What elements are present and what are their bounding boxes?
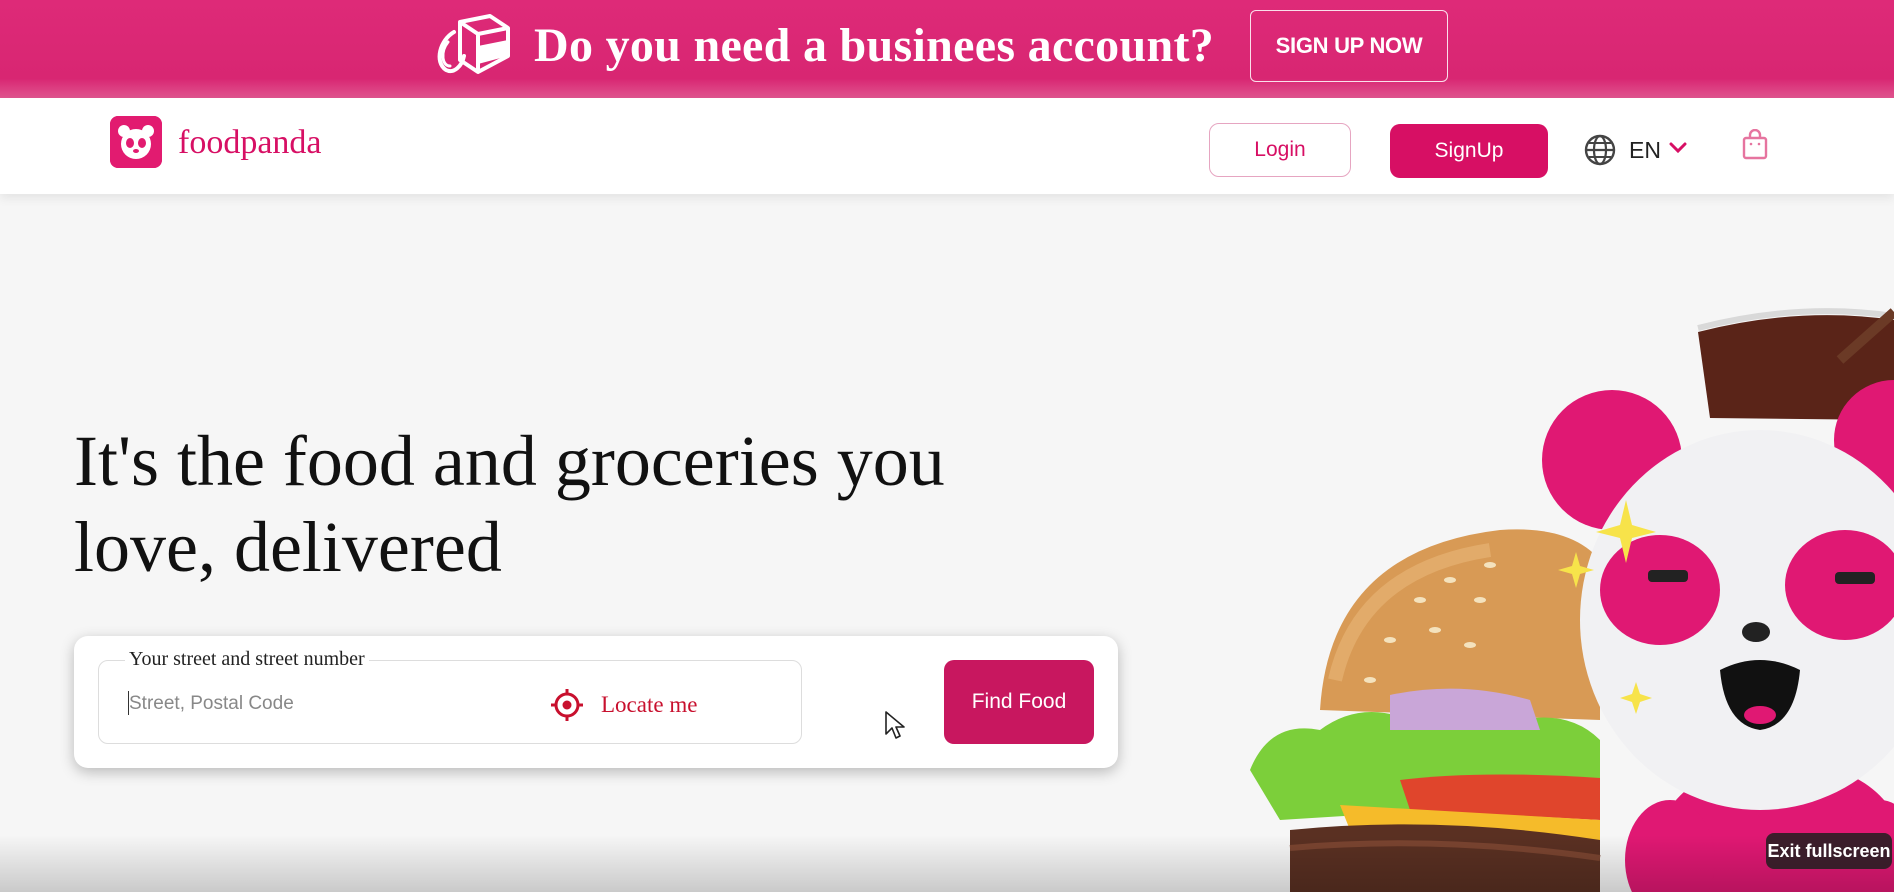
- brand-name[interactable]: foodpanda: [178, 124, 322, 162]
- address-field-label: Your street and street number: [125, 648, 369, 671]
- text-caret: [128, 691, 129, 715]
- promo-signup-button[interactable]: SIGN UP NOW: [1250, 10, 1448, 82]
- panda-logo-icon[interactable]: [110, 116, 162, 168]
- promo-headline: Do you need a businees account?: [534, 19, 1215, 72]
- business-promo-banner: Do you need a businees account? SIGN UP …: [0, 0, 1894, 98]
- video-controls-gradient: [0, 835, 1894, 892]
- shopping-bag-icon[interactable]: [1741, 129, 1769, 161]
- mouse-pointer-icon: [885, 711, 905, 739]
- address-input[interactable]: [129, 689, 529, 719]
- crosshair-icon: [551, 689, 583, 721]
- globe-icon[interactable]: [1584, 134, 1616, 166]
- locate-me-label: Locate me: [601, 692, 698, 717]
- address-field[interactable]: Your street and street number Locate me: [98, 648, 802, 744]
- login-button[interactable]: Login: [1209, 123, 1351, 177]
- bag-gift-icon: [437, 14, 510, 74]
- chevron-down-icon[interactable]: [1669, 142, 1687, 154]
- address-search-card: Your street and street number Locate me …: [74, 636, 1118, 768]
- exit-fullscreen-tooltip[interactable]: Exit fullscreen: [1766, 833, 1892, 869]
- hero-food-panda-illustration: [1250, 308, 1894, 892]
- find-food-button[interactable]: Find Food: [944, 660, 1094, 744]
- hero-headline: It's the food and groceries you love, de…: [74, 421, 945, 587]
- locate-me-button[interactable]: Locate me: [549, 685, 697, 725]
- language-selector[interactable]: EN: [1629, 137, 1661, 164]
- signup-button[interactable]: SignUp: [1390, 124, 1548, 178]
- site-header: foodpanda Login SignUp EN: [0, 98, 1894, 194]
